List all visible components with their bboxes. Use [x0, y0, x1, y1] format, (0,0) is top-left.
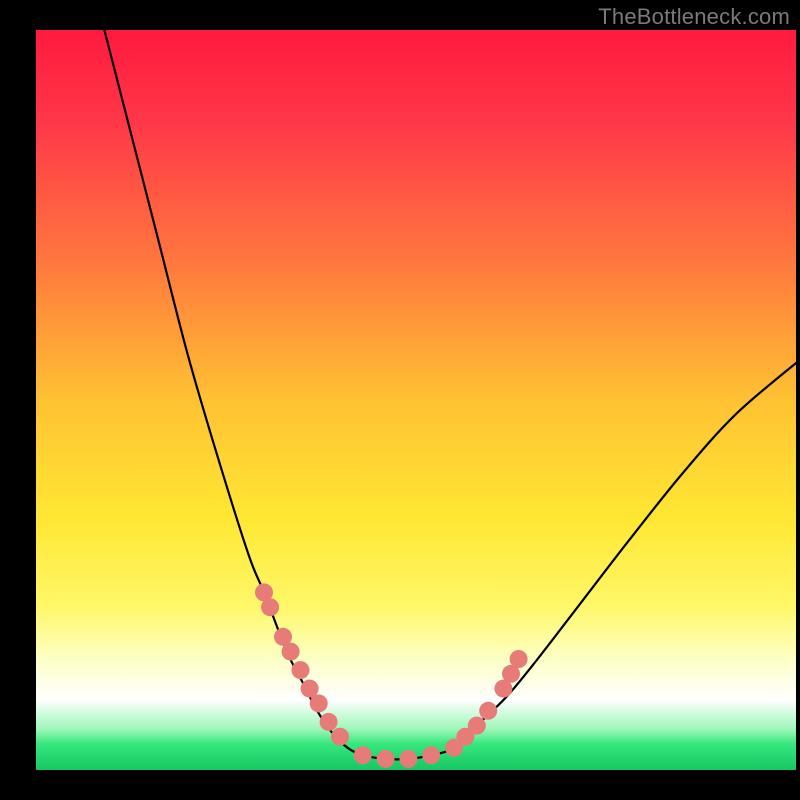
- data-point: [399, 750, 417, 768]
- data-point: [468, 717, 486, 735]
- plot-background: [36, 30, 796, 770]
- data-point: [320, 713, 338, 731]
- data-point: [422, 746, 440, 764]
- data-point: [282, 643, 300, 661]
- data-point: [261, 598, 279, 616]
- data-point: [310, 694, 328, 712]
- chart-root: TheBottleneck.com: [0, 0, 800, 800]
- data-point: [479, 702, 497, 720]
- data-point: [291, 661, 309, 679]
- data-point: [331, 728, 349, 746]
- data-point: [510, 650, 528, 668]
- bottleneck-chart: [0, 0, 800, 800]
- data-point: [354, 746, 372, 764]
- data-point: [377, 750, 395, 768]
- attribution-text: TheBottleneck.com: [598, 4, 790, 30]
